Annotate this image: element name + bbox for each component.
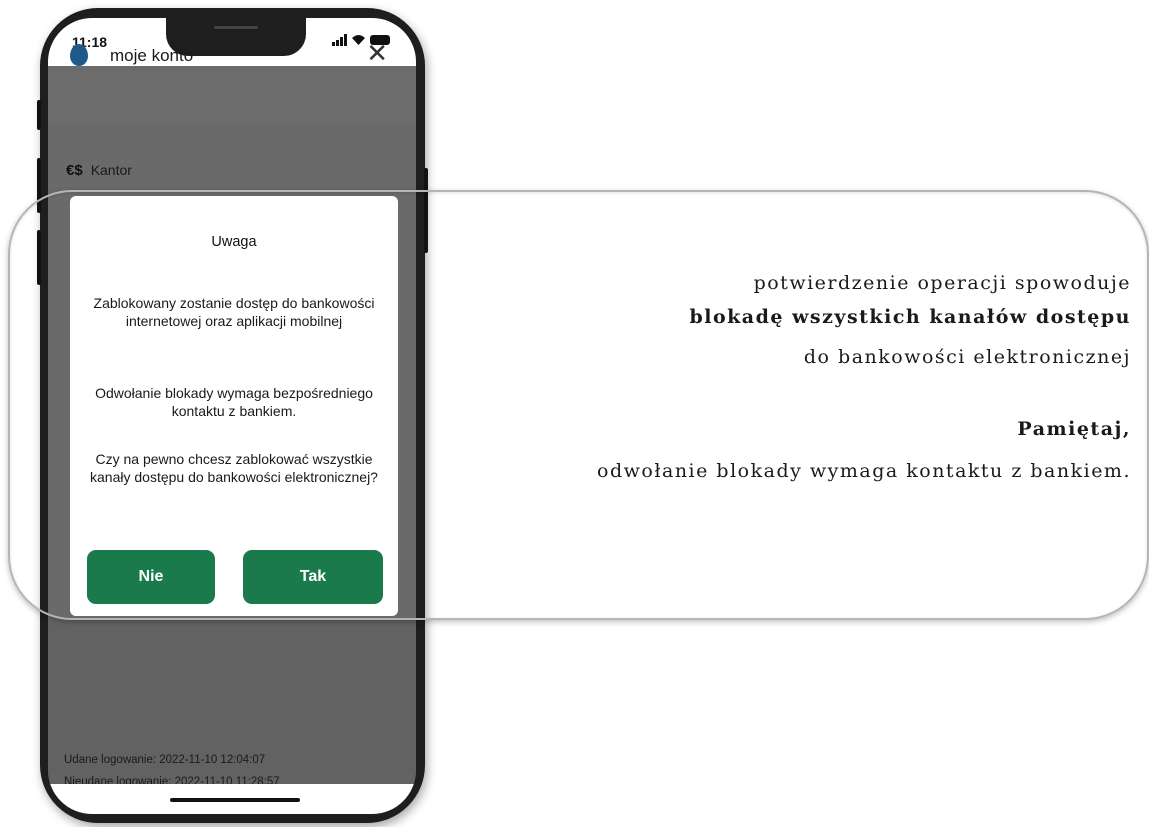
callout-line: odwołanie blokady wymaga kontaktu z bank… [597, 460, 1131, 482]
signal-icon [332, 34, 347, 46]
callout-line: do bankowości elektronicznej [803, 346, 1131, 368]
currency-exchange-icon: €$ [66, 161, 83, 179]
login-success-info: Udane logowanie: 2022-11-10 12:04:07 [64, 754, 266, 766]
phone-side-button [37, 100, 41, 130]
wifi-icon [352, 35, 365, 45]
home-strip [48, 784, 416, 814]
speaker-grille [214, 26, 258, 29]
callout-frame [8, 190, 1149, 620]
close-icon[interactable]: ✕ [366, 40, 388, 66]
status-bar: 11:18 [48, 18, 416, 66]
callout-remember: Pamiętaj, [1017, 418, 1131, 440]
menu-item-label: Kantor [90, 162, 132, 178]
menu-item-kantor[interactable]: €$ Kantor [66, 158, 132, 182]
callout-line-bold: blokadę wszystkich kanałów dostępu [689, 306, 1131, 328]
home-indicator[interactable] [170, 798, 300, 802]
balloon-logo-icon [70, 44, 88, 66]
callout-line: potwierdzenie operacji spowoduje [753, 272, 1131, 294]
header-bar [48, 66, 416, 122]
header-title: moje konto [110, 46, 194, 65]
